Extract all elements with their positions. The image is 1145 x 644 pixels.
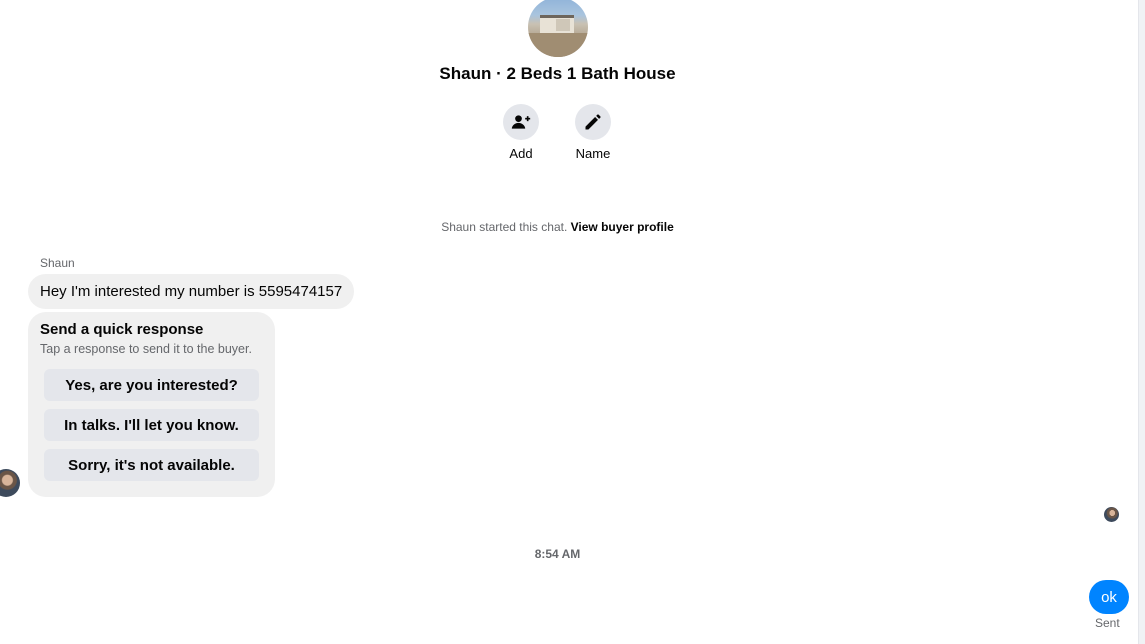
- add-action[interactable]: Add: [491, 104, 551, 161]
- add-button[interactable]: [503, 104, 539, 140]
- outgoing-message[interactable]: ok: [1089, 580, 1129, 614]
- chat-started-notice: Shaun started this chat. View buyer prof…: [0, 220, 1115, 234]
- name-button[interactable]: [575, 104, 611, 140]
- quick-response-button-2[interactable]: In talks. I'll let you know.: [44, 409, 259, 441]
- listing-photo[interactable]: [528, 0, 588, 57]
- add-person-icon: [511, 115, 531, 129]
- add-label: Add: [509, 146, 533, 161]
- house-image-garage: [556, 19, 570, 31]
- name-action[interactable]: Name: [563, 104, 623, 161]
- sender-name: Shaun: [40, 256, 75, 270]
- conversation-title: Shaun · 2 Beds 1 Bath House: [439, 64, 676, 83]
- message-timestamp: 8:54 AM: [534, 547, 581, 561]
- message-status: Sent: [1095, 616, 1120, 630]
- buyer-avatar[interactable]: [0, 469, 20, 497]
- view-buyer-profile-link[interactable]: View buyer profile: [571, 220, 674, 234]
- chat-started-text: Shaun started this chat.: [441, 220, 568, 234]
- quick-response-title: Send a quick response: [40, 321, 204, 338]
- house-image-ground: [528, 33, 588, 57]
- quick-response-button-1[interactable]: Yes, are you interested?: [44, 369, 259, 401]
- name-label: Name: [575, 146, 611, 161]
- scrollbar[interactable]: [1138, 0, 1145, 644]
- quick-response-card: Send a quick response Tap a response to …: [28, 312, 275, 497]
- quick-response-button-3[interactable]: Sorry, it's not available.: [44, 449, 259, 481]
- quick-response-subtitle: Tap a response to send it to the buyer.: [40, 342, 252, 356]
- incoming-message[interactable]: Hey I'm interested my number is 55954741…: [28, 274, 355, 309]
- read-receipt-avatar: [1104, 507, 1119, 522]
- pencil-icon: [585, 114, 601, 130]
